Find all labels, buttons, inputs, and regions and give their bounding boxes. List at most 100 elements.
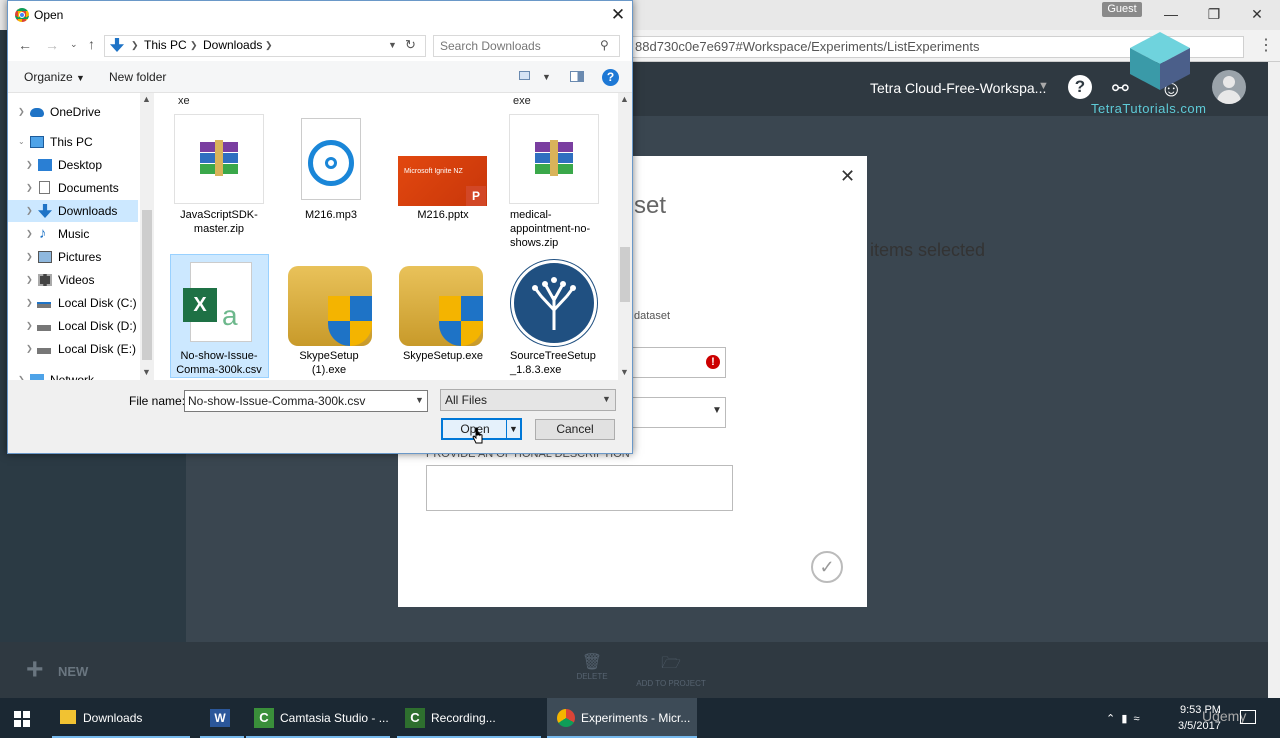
- breadcrumb-this-pc[interactable]: This PC: [144, 38, 187, 52]
- taskbar-item-camtasia[interactable]: C Camtasia Studio - ...: [246, 698, 390, 738]
- chevron-right-icon[interactable]: ❯: [26, 246, 33, 268]
- help-icon[interactable]: ?: [1068, 75, 1092, 99]
- file-name-input[interactable]: No-show-Issue-Comma-300k.csv: [184, 390, 428, 412]
- documents-icon: [39, 181, 50, 194]
- chevron-right-icon[interactable]: ❯: [190, 40, 198, 51]
- nav-item-local-disk-c[interactable]: ❯ Local Disk (C:): [8, 292, 140, 314]
- chevron-right-icon[interactable]: ❯: [26, 177, 33, 199]
- users-icon[interactable]: ⚯: [1112, 76, 1129, 101]
- close-window-icon[interactable]: ✕: [1242, 4, 1272, 24]
- bottom-command-bar: [0, 642, 1268, 698]
- chevron-down-icon[interactable]: ▼: [602, 394, 611, 404]
- forward-arrow-icon[interactable]: →: [45, 37, 59, 53]
- workspace-selector[interactable]: Tetra Cloud-Free-Workspa...: [870, 80, 1046, 96]
- file-type-select[interactable]: All Files: [440, 389, 616, 411]
- chevron-right-icon[interactable]: ❯: [26, 269, 33, 291]
- nav-item-videos[interactable]: ❯ Videos: [8, 269, 140, 291]
- recent-locations-icon[interactable]: ⌄: [70, 39, 78, 50]
- minimize-icon[interactable]: —: [1156, 4, 1186, 24]
- search-icon[interactable]: ⚲: [600, 38, 609, 52]
- winrar-archive-icon: [200, 140, 238, 176]
- plus-icon[interactable]: +: [26, 655, 44, 685]
- chevron-right-icon[interactable]: ❯: [26, 338, 33, 360]
- file-scroll-thumb[interactable]: [620, 247, 630, 302]
- chevron-right-icon[interactable]: ❯: [18, 369, 25, 380]
- nav-item-onedrive[interactable]: ❯ OneDrive: [8, 101, 140, 123]
- chevron-right-icon[interactable]: ❯: [26, 292, 33, 314]
- avatar[interactable]: [1212, 70, 1246, 104]
- pptx-thumb-text: Microsoft Ignite NZ: [404, 168, 463, 175]
- nav-item-desktop[interactable]: ❯ Desktop: [8, 154, 140, 176]
- breadcrumb-downloads[interactable]: Downloads: [203, 38, 262, 52]
- chevron-down-icon[interactable]: ▼: [506, 420, 520, 438]
- music-file-icon-center: [325, 157, 337, 169]
- chevron-right-icon[interactable]: ❯: [265, 40, 273, 51]
- chevron-down-icon[interactable]: ▼: [712, 405, 722, 416]
- chevron-right-icon[interactable]: ❯: [131, 40, 139, 51]
- chevron-right-icon[interactable]: ❯: [26, 315, 33, 337]
- chevron-down-icon[interactable]: ⌄: [18, 131, 25, 153]
- dialog-titlebar: [8, 1, 632, 31]
- refresh-icon[interactable]: ↻: [405, 37, 416, 53]
- chevron-right-icon[interactable]: ❯: [26, 200, 33, 222]
- chevron-down-icon[interactable]: ▼: [388, 40, 397, 50]
- scroll-down-icon[interactable]: ▼: [142, 367, 151, 377]
- battery-icon[interactable]: ▮: [1121, 713, 1127, 725]
- taskbar-item-downloads[interactable]: Downloads: [52, 698, 190, 738]
- nav-item-this-pc[interactable]: ⌄ This PC: [8, 131, 140, 153]
- help-icon[interactable]: ?: [602, 69, 619, 86]
- brand-watermark: TetraTutorials.com: [1091, 101, 1207, 116]
- chevron-down-icon: ▼: [76, 73, 85, 83]
- scroll-up-icon[interactable]: ▲: [620, 94, 629, 104]
- chevron-right-icon[interactable]: ❯: [26, 223, 33, 245]
- scroll-down-icon[interactable]: ▼: [620, 367, 629, 377]
- new-button[interactable]: NEW: [58, 664, 88, 679]
- scroll-up-icon[interactable]: ▲: [142, 94, 151, 104]
- taskbar-item-word[interactable]: W: [200, 698, 244, 738]
- nav-item-pictures[interactable]: ❯ Pictures: [8, 246, 140, 268]
- preview-pane-icon[interactable]: [570, 71, 584, 82]
- back-arrow-icon[interactable]: ←: [18, 37, 32, 53]
- restore-icon[interactable]: ❐: [1199, 4, 1229, 24]
- windows-start-icon[interactable]: [14, 711, 30, 727]
- pictures-icon: [38, 251, 52, 263]
- nav-item-local-disk-e[interactable]: ❯ Local Disk (E:): [8, 338, 140, 360]
- search-input[interactable]: Search Downloads: [433, 35, 620, 57]
- file-name-fragment: exe: [513, 95, 531, 107]
- chevron-right-icon[interactable]: ❯: [26, 154, 33, 176]
- nav-item-music[interactable]: ❯ ♪ Music: [8, 223, 140, 245]
- chevron-down-icon[interactable]: ▼: [542, 72, 551, 82]
- nav-item-network[interactable]: ❯ Network: [8, 369, 140, 380]
- add-to-project-button[interactable]: 🗁 ADD TO PROJECT: [636, 652, 706, 688]
- close-icon[interactable]: ✕: [608, 5, 628, 25]
- chevron-down-icon[interactable]: ▼: [1038, 80, 1049, 92]
- description-textarea[interactable]: [426, 465, 733, 511]
- file-scrollbar[interactable]: [618, 93, 632, 380]
- cancel-button[interactable]: Cancel: [535, 419, 615, 440]
- csv-a-glyph: a: [222, 300, 238, 331]
- close-icon[interactable]: ✕: [840, 166, 855, 187]
- nav-scroll-thumb[interactable]: [142, 210, 152, 360]
- wifi-icon[interactable]: ≈: [1134, 713, 1140, 725]
- nav-item-downloads[interactable]: ❯ Downloads: [8, 200, 138, 222]
- guest-badge[interactable]: Guest: [1102, 2, 1142, 17]
- nav-item-documents[interactable]: ❯ Documents: [8, 177, 140, 199]
- page-scrollbar[interactable]: [1268, 62, 1280, 698]
- nav-item-local-disk-d[interactable]: ❯ Local Disk (D:): [8, 315, 140, 337]
- chevron-up-icon[interactable]: ⌃: [1106, 713, 1115, 725]
- up-arrow-icon[interactable]: ↑: [88, 36, 95, 52]
- system-tray[interactable]: ⌃ ▮ ≈: [1106, 712, 1140, 725]
- new-folder-button[interactable]: New folder: [109, 70, 166, 84]
- chevron-right-icon[interactable]: ❯: [18, 101, 25, 123]
- taskbar-item-recording[interactable]: C Recording...: [397, 698, 541, 738]
- change-view-icon[interactable]: [519, 71, 530, 80]
- chevron-down-icon[interactable]: ▼: [415, 395, 424, 405]
- delete-button[interactable]: 🗑 DELETE: [574, 652, 610, 681]
- taskbar-item-chrome[interactable]: Experiments - Micr...: [547, 698, 697, 738]
- browser-menu-icon[interactable]: ⋮: [1258, 35, 1274, 57]
- file-name-fragment: xe: [178, 95, 190, 107]
- notifications-icon[interactable]: [1240, 710, 1256, 724]
- chrome-icon: [15, 8, 29, 22]
- ok-check-button[interactable]: ✓: [811, 551, 843, 583]
- organize-menu[interactable]: Organize ▼: [24, 70, 85, 84]
